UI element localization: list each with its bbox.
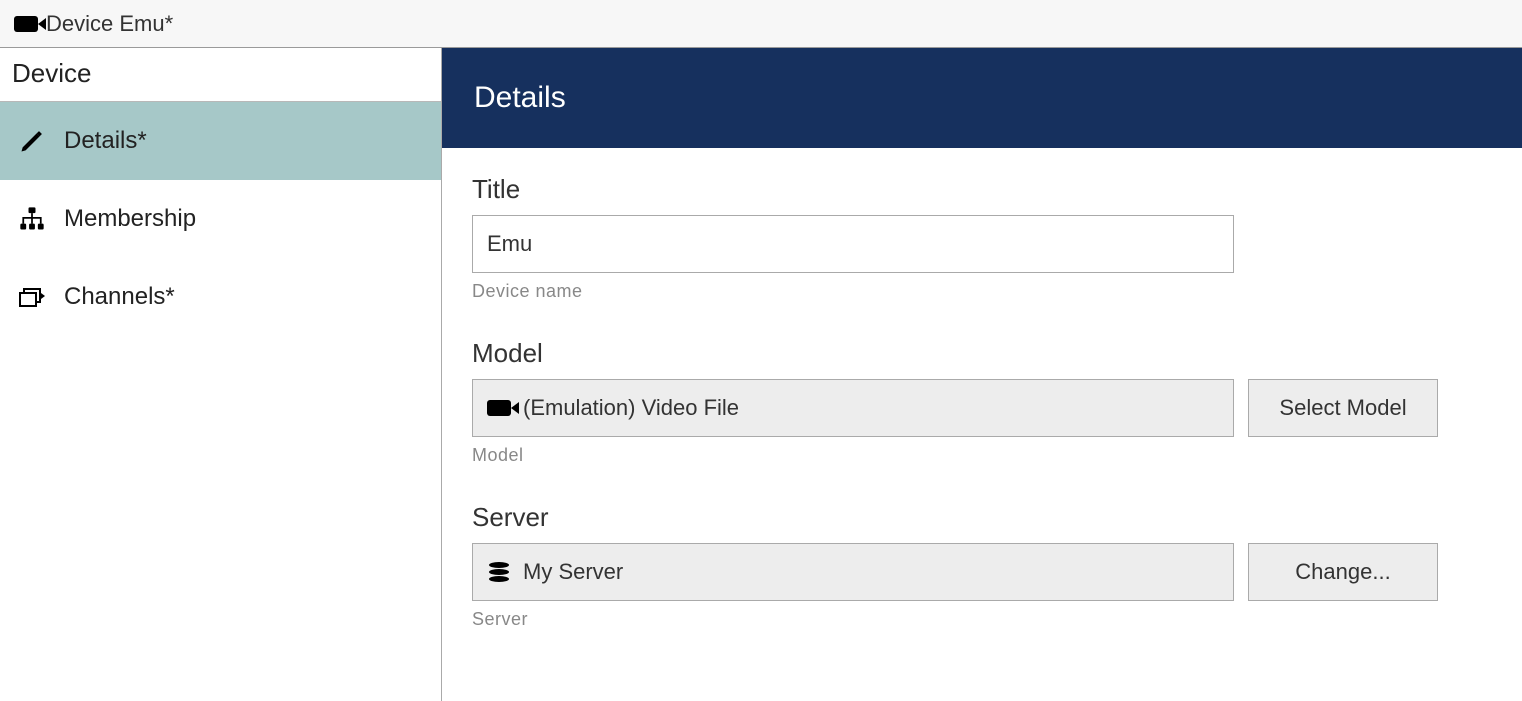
server-value: My Server [523, 559, 623, 585]
pencil-icon [18, 127, 46, 155]
sidebar-item-details[interactable]: Details* [0, 102, 441, 180]
field-help-title: Device name [472, 281, 1492, 302]
camera-icon [487, 400, 511, 416]
field-model: Model (Emulation) Video File Select Mode… [472, 338, 1492, 466]
sidebar-item-label: Membership [64, 205, 196, 233]
sidebar-item-channels[interactable]: Channels* [0, 258, 441, 336]
sidebar-item-membership[interactable]: Membership [0, 180, 441, 258]
model-value: (Emulation) Video File [523, 395, 739, 421]
window-title: Device Emu* [46, 11, 173, 37]
field-label-server: Server [472, 502, 1492, 533]
server-display: My Server [472, 543, 1234, 601]
select-model-button[interactable]: Select Model [1248, 379, 1438, 437]
sidebar: Device Details* [0, 48, 442, 701]
title-bar: Device Emu* [0, 0, 1522, 48]
field-server: Server My Server [472, 502, 1492, 630]
model-display: (Emulation) Video File [472, 379, 1234, 437]
hierarchy-icon [18, 205, 46, 233]
panel-title: Details [474, 81, 566, 115]
panel-header: Details [442, 48, 1522, 148]
sidebar-heading: Device [0, 48, 441, 102]
field-title: Title Device name [472, 174, 1492, 302]
camera-icon [14, 16, 38, 32]
sidebar-item-label: Details* [64, 127, 147, 155]
title-input[interactable] [472, 215, 1234, 273]
field-label-model: Model [472, 338, 1492, 369]
field-help-server: Server [472, 609, 1492, 630]
sidebar-item-label: Channels* [64, 283, 175, 311]
change-server-button[interactable]: Change... [1248, 543, 1438, 601]
stack-icon [487, 561, 511, 583]
main-panel: Details Title Device name Model (Emulati… [442, 48, 1522, 701]
field-help-model: Model [472, 445, 1492, 466]
channels-icon [18, 283, 46, 311]
field-label-title: Title [472, 174, 1492, 205]
